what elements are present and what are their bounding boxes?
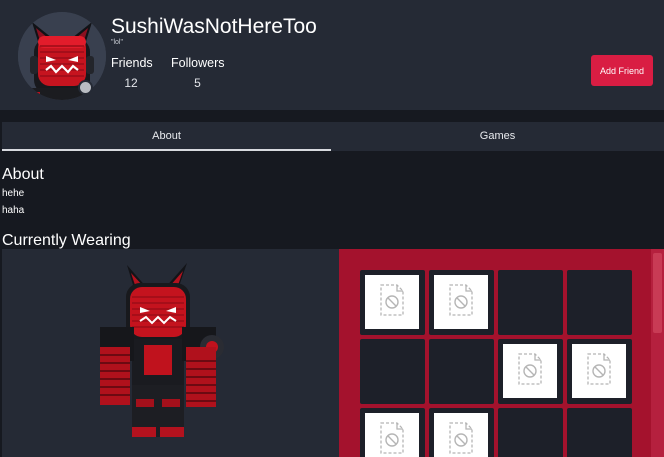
item-thumbnail: [434, 275, 488, 329]
wearing-item[interactable]: [498, 408, 563, 457]
tab-about[interactable]: About: [2, 122, 331, 151]
items-scrollbar-thumb[interactable]: [653, 253, 662, 333]
wearing-item[interactable]: [567, 408, 632, 457]
item-thumbnail: [365, 275, 419, 329]
about-heading: About: [2, 166, 44, 183]
add-friend-button[interactable]: Add Friend: [591, 55, 653, 86]
wearing-item[interactable]: [360, 408, 425, 457]
broken-image-icon: [515, 352, 545, 391]
avatar-3d-view[interactable]: [2, 249, 339, 457]
item-thumbnail: [365, 413, 419, 457]
friends-stat[interactable]: Friends 12: [111, 56, 153, 91]
wearing-item[interactable]: [360, 339, 425, 404]
followers-label: Followers: [171, 56, 225, 70]
about-text-line: haha: [2, 205, 25, 216]
status-text: "lol": [111, 39, 123, 46]
item-thumbnail: [503, 344, 557, 398]
profile-tabs: About Games: [2, 122, 664, 151]
wearing-item[interactable]: [498, 339, 563, 404]
wearing-item[interactable]: [429, 408, 494, 457]
presence-indicator: [78, 80, 93, 95]
avatar-full-body: [100, 263, 224, 437]
followers-count: 5: [194, 76, 201, 90]
wearing-items-grid: [360, 270, 632, 457]
wearing-item[interactable]: [498, 270, 563, 335]
item-thumbnail: [434, 413, 488, 457]
items-scrollbar[interactable]: [651, 249, 664, 457]
currently-wearing-heading: Currently Wearing: [2, 232, 131, 249]
profile-card: SushiWasNotHereToo "lol" Friends 12 Foll…: [0, 0, 664, 110]
wearing-item[interactable]: [429, 270, 494, 335]
broken-image-icon: [377, 283, 407, 322]
username: SushiWasNotHereToo: [111, 15, 317, 38]
broken-image-icon: [377, 421, 407, 457]
followers-stat[interactable]: Followers 5: [171, 56, 225, 91]
about-text-line: hehe: [2, 188, 25, 199]
broken-image-icon: [446, 283, 476, 322]
wearing-item[interactable]: [567, 339, 632, 404]
broken-image-icon: [584, 352, 614, 391]
wearing-item[interactable]: [360, 270, 425, 335]
wearing-items-panel: [339, 249, 664, 457]
broken-image-icon: [446, 421, 476, 457]
friends-count: 12: [124, 76, 138, 90]
wearing-item[interactable]: [429, 339, 494, 404]
friends-label: Friends: [111, 56, 153, 70]
tab-games[interactable]: Games: [331, 122, 664, 151]
item-thumbnail: [572, 344, 626, 398]
wearing-item[interactable]: [567, 270, 632, 335]
